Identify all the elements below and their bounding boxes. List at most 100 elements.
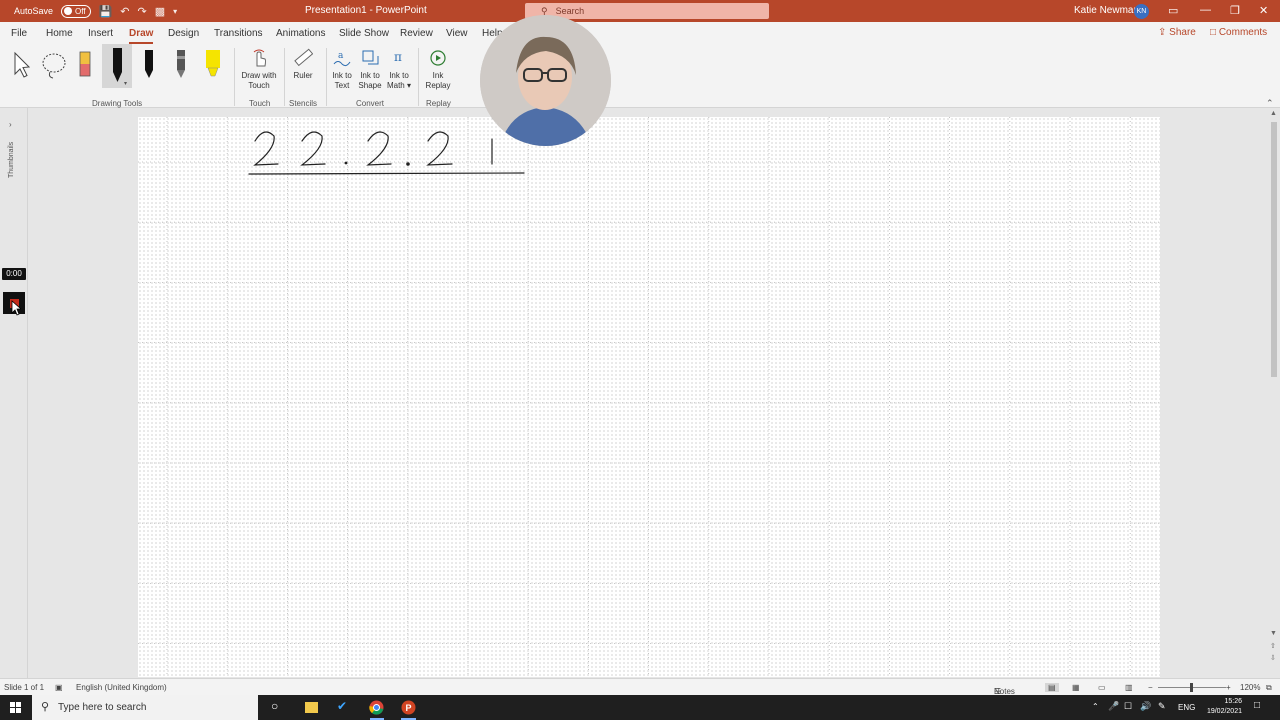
taskbar-search[interactable]: ⚲ Type here to search (32, 695, 258, 720)
tab-design[interactable]: Design (168, 28, 199, 39)
draw-with-touch-label-2: Touch (248, 81, 270, 90)
system-clock[interactable]: 15:26 19/02/2021 (1207, 697, 1242, 717)
svg-text:P: P (406, 703, 412, 713)
chrome-icon[interactable] (369, 700, 384, 715)
accessibility-icon[interactable]: ▣ (55, 683, 63, 692)
tab-slide-show[interactable]: Slide Show (339, 28, 389, 39)
slideshow-view-icon[interactable]: ▥ (1125, 683, 1133, 692)
network-icon[interactable]: ☐ (1124, 701, 1132, 712)
ink-underline (248, 172, 525, 175)
search-placeholder: Search (555, 6, 585, 16)
autosave-state: Off (75, 6, 86, 16)
pencil-icon[interactable] (172, 48, 190, 82)
ink-to-text-button[interactable]: a Ink to Text (330, 48, 354, 91)
save-icon[interactable]: 💾 (99, 5, 113, 18)
file-explorer-icon[interactable] (305, 702, 318, 713)
highlighter-icon[interactable] (202, 48, 224, 82)
notifications-icon[interactable]: □ (1254, 700, 1260, 711)
ruler-button[interactable]: Ruler (290, 48, 316, 81)
slide-canvas[interactable]: 2 (138, 117, 1160, 677)
cortana-icon[interactable]: ○ (271, 699, 278, 713)
tab-home[interactable]: Home (46, 28, 73, 39)
tab-view[interactable]: View (446, 28, 468, 39)
ink-decimal-point (344, 161, 348, 165)
tab-transitions[interactable]: Transitions (214, 28, 263, 39)
autosave-toggle[interactable]: Off (61, 4, 91, 18)
undo-icon[interactable]: ↶ (120, 5, 129, 18)
group-label-touch: Touch (249, 99, 271, 108)
zoom-slider[interactable] (1158, 683, 1226, 692)
ribbon: Drawing Tools Draw with Touch Touch Rule… (0, 44, 1280, 108)
minimize-icon[interactable]: — (1200, 4, 1211, 16)
tab-review[interactable]: Review (400, 28, 433, 39)
avatar[interactable]: KN (1134, 4, 1149, 19)
share-button[interactable]: ⇪ Share (1158, 27, 1196, 38)
input-language[interactable]: ENG (1178, 703, 1195, 712)
microphone-icon[interactable]: 🎤 (1108, 701, 1119, 712)
language-status[interactable]: English (United Kingdom) (76, 683, 167, 692)
ink-handwriting[interactable] (238, 122, 658, 192)
ribbon-display-icon[interactable]: ▭ (1168, 4, 1178, 17)
zoom-in-icon[interactable]: + (1226, 683, 1231, 692)
taskbar-search-placeholder: Type here to search (58, 702, 147, 713)
ink-to-math-button[interactable]: π Ink to Math ▾ (385, 48, 413, 91)
zoom-slider-thumb[interactable] (1190, 683, 1193, 692)
draw-with-touch-button[interactable]: Draw with Touch (238, 48, 280, 91)
title-bar: AutoSave Off 💾 ↶ ↷ ▩ ▾ Presentation1 - P… (0, 0, 1280, 22)
comment-icon: □ (1210, 27, 1219, 38)
ink-digit-2 (253, 131, 279, 166)
ink-to-shape-button[interactable]: Ink to Shape (357, 48, 383, 91)
chevron-down-icon: ▾ (404, 81, 412, 90)
restore-icon[interactable]: ❐ (1230, 4, 1240, 17)
tab-animations[interactable]: Animations (276, 28, 325, 39)
next-slide-icon[interactable]: ⇩ (1270, 654, 1276, 662)
vertical-scrollbar[interactable]: ▲ ▼ ⇧ ⇩ (1268, 108, 1280, 678)
ink-replay-button[interactable]: Ink Replay (423, 48, 453, 91)
recording-timer: 0:00 (2, 268, 26, 280)
pen-black-selected[interactable] (102, 44, 132, 88)
select-arrow-icon[interactable] (10, 50, 32, 80)
ink-to-text-icon: a (333, 51, 351, 67)
ribbon-tabs: File Home Insert Draw Design Transitions… (0, 22, 1280, 44)
pen-workspace-icon[interactable]: ✎ (1158, 701, 1166, 712)
app-check-icon[interactable]: ✔ (337, 699, 347, 713)
status-bar: Slide 1 of 1 ▣ English (United Kingdom) … (0, 678, 1280, 696)
present-icon[interactable]: ▩ (155, 5, 165, 18)
group-label-stencils: Stencils (289, 99, 318, 108)
tab-insert[interactable]: Insert (88, 28, 113, 39)
normal-view-icon[interactable]: ▤ (1045, 683, 1059, 692)
close-icon[interactable]: ✕ (1259, 4, 1268, 17)
clock-time: 15:26 (1224, 698, 1242, 705)
tab-file[interactable]: File (11, 28, 27, 39)
lasso-select-icon[interactable] (40, 50, 68, 80)
scroll-down-icon[interactable]: ▼ (1270, 630, 1277, 637)
zoom-out-icon[interactable]: − (1148, 683, 1153, 692)
comments-button[interactable]: □ Comments (1210, 27, 1267, 38)
show-hidden-icons[interactable]: ⌃ (1092, 702, 1099, 711)
volume-icon[interactable]: 🔊 (1140, 701, 1151, 712)
comments-label: Comments (1218, 27, 1268, 38)
windows-start-icon[interactable] (10, 702, 21, 713)
windows-taskbar: ⚲ Type here to search ○ ✔ P ⌃ 🎤 ☐ 🔊 ✎ EN… (0, 695, 1280, 720)
user-name[interactable]: Katie Newman (1074, 5, 1139, 16)
redo-icon[interactable]: ↷ (137, 5, 146, 18)
ink-digit-2 (300, 131, 326, 166)
group-label-convert: Convert (356, 99, 385, 108)
tab-draw[interactable]: Draw (129, 28, 154, 44)
ink-digit-2 (366, 131, 392, 166)
previous-slide-icon[interactable]: ⇧ (1270, 642, 1276, 650)
expand-thumbnails-icon[interactable]: › (9, 120, 12, 129)
scrollbar-thumb[interactable] (1271, 122, 1277, 377)
pen-black-2-icon[interactable] (140, 48, 158, 82)
fit-slide-icon[interactable]: ⧉ (1266, 683, 1272, 693)
slide-sorter-icon[interactable]: ▦ (1072, 683, 1080, 692)
svg-text:a: a (338, 51, 344, 61)
customize-qat-icon[interactable]: ▾ (173, 7, 177, 16)
reading-view-icon[interactable]: ▭ (1098, 683, 1106, 692)
powerpoint-icon[interactable]: P (401, 700, 416, 715)
autosave-label: AutoSave (14, 6, 54, 16)
zoom-level[interactable]: 120% (1240, 683, 1260, 692)
scroll-up-icon[interactable]: ▲ (1270, 110, 1277, 117)
svg-text:π: π (394, 50, 402, 64)
eraser-icon[interactable] (76, 48, 94, 82)
